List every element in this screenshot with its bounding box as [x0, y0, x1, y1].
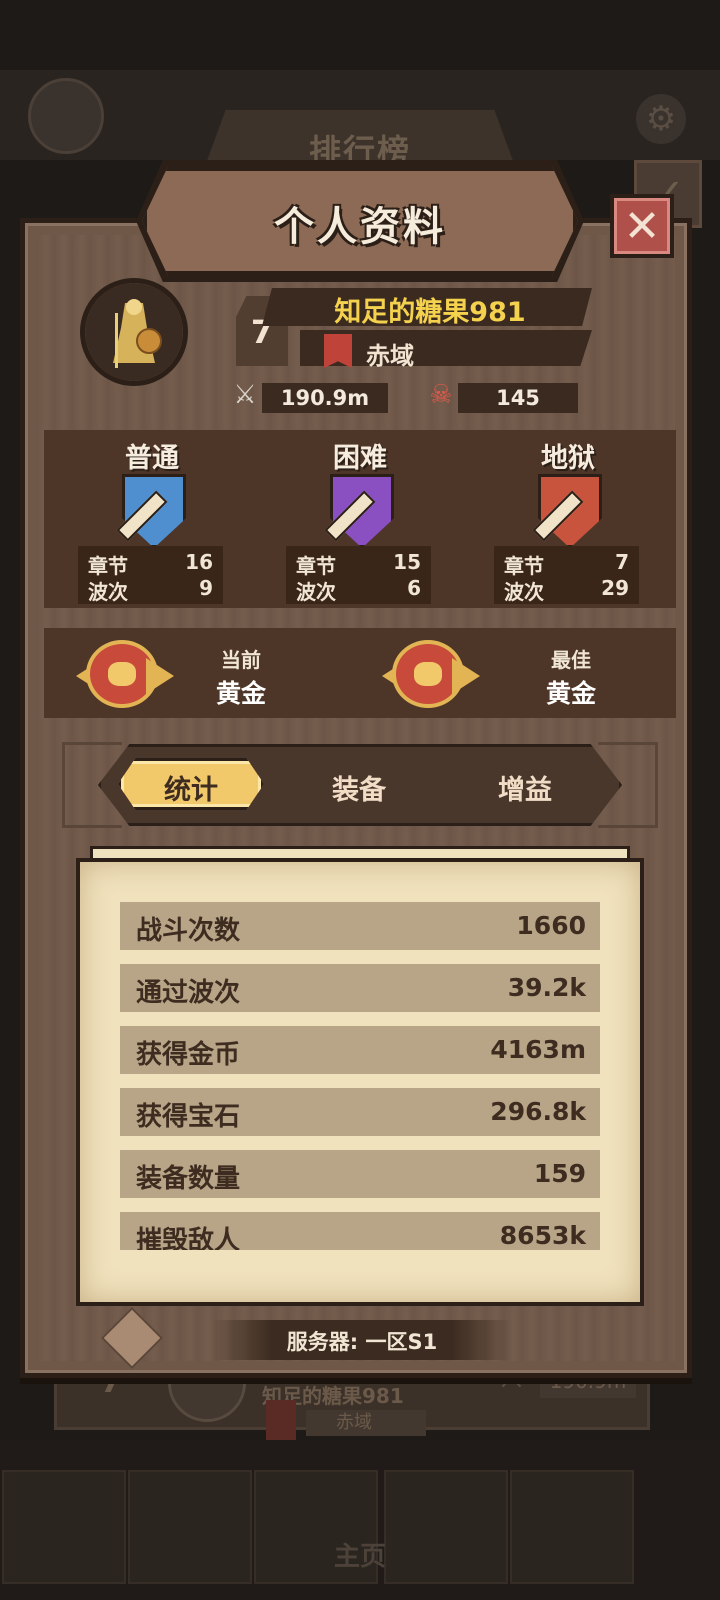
combat-power: 190.9m — [262, 383, 388, 413]
stat-value: 8653k — [499, 1221, 586, 1250]
background-row-guild: 赤域 — [306, 1410, 426, 1436]
stat-label: 摧毁敌人 — [136, 1226, 241, 1250]
chapter-label: 章节 — [504, 554, 544, 578]
stat-label: 通过波次 — [136, 978, 241, 1008]
difficulty-name: 普通 — [125, 443, 179, 474]
wave-label: 波次 — [504, 580, 544, 604]
difficulty-progress: 章节 15 波次 6 — [286, 546, 431, 604]
chapter-value: 15 — [393, 550, 421, 574]
stat-label: 战斗次数 — [136, 916, 241, 946]
difficulty-hell: 地狱 章节 7 波次 29 — [478, 430, 658, 608]
tab-stats[interactable]: 统计 — [118, 768, 264, 807]
difficulty-normal: 普通 章节 16 波次 9 — [62, 430, 242, 608]
tab-buffs[interactable]: 增益 — [452, 768, 598, 807]
player-name: 知足的糖果981 — [334, 297, 526, 328]
difficulty-name: 地狱 — [541, 443, 595, 474]
stat-row: 战斗次数 1660 — [120, 902, 600, 950]
avatar[interactable] — [80, 278, 188, 386]
stat-row: 摧毁敌人 8653k — [120, 1212, 600, 1250]
stat-row: 获得宝石 296.8k — [120, 1088, 600, 1136]
demon-skull-icon: ☠ — [429, 380, 453, 410]
chapter-label: 章节 — [296, 554, 336, 578]
chapter-label: 章节 — [88, 554, 128, 578]
stat-row: 获得金币 4163m — [120, 1026, 600, 1074]
wave-label: 波次 — [296, 580, 336, 604]
wave-label: 波次 — [88, 580, 128, 604]
chapter-value: 7 — [615, 550, 629, 574]
wave-value: 29 — [601, 576, 629, 600]
demon-count: 145 — [458, 383, 578, 413]
current-rank-value: 黄金 — [215, 679, 266, 708]
wave-value: 9 — [199, 576, 213, 600]
chapter-value: 16 — [185, 550, 213, 574]
server-label: 服务器: 一区S1 — [286, 1330, 438, 1354]
tab-equipment[interactable]: 装备 — [286, 768, 432, 807]
difficulty-progress: 章节 7 波次 29 — [494, 546, 639, 604]
background-guild-flag-icon — [266, 1400, 296, 1440]
difficulty-name: 困难 — [333, 443, 387, 474]
best-rank-value: 黄金 — [545, 679, 596, 708]
stat-value: 296.8k — [490, 1097, 586, 1126]
stat-value: 159 — [533, 1159, 586, 1188]
guild-name: 赤域 — [366, 342, 414, 370]
stat-row: 装备数量 159 — [120, 1150, 600, 1198]
stat-row: 通过波次 39.2k — [120, 964, 600, 1012]
close-icon: ✕ — [623, 201, 661, 252]
stat-value: 39.2k — [507, 973, 586, 1002]
close-button[interactable]: ✕ — [610, 194, 674, 258]
stat-value: 4163m — [490, 1035, 586, 1064]
stats-list[interactable]: 战斗次数 1660 通过波次 39.2k 获得金币 4163m 获得宝石 296… — [120, 902, 600, 1250]
wave-value: 6 — [407, 576, 421, 600]
background-home-label: 主页 — [333, 1542, 386, 1572]
hero-portrait-icon — [85, 283, 183, 381]
swords-icon: ⚔ — [233, 380, 257, 410]
stat-value: 1660 — [516, 911, 586, 940]
best-rank-label: 最佳 — [551, 648, 591, 672]
current-rank-label: 当前 — [221, 648, 261, 672]
stat-label: 获得金币 — [136, 1040, 241, 1070]
stat-label: 装备数量 — [136, 1164, 241, 1194]
difficulty-progress: 章节 16 波次 9 — [78, 546, 223, 604]
difficulty-hard: 困难 章节 15 波次 6 — [270, 430, 450, 608]
stat-label: 获得宝石 — [136, 1102, 241, 1132]
